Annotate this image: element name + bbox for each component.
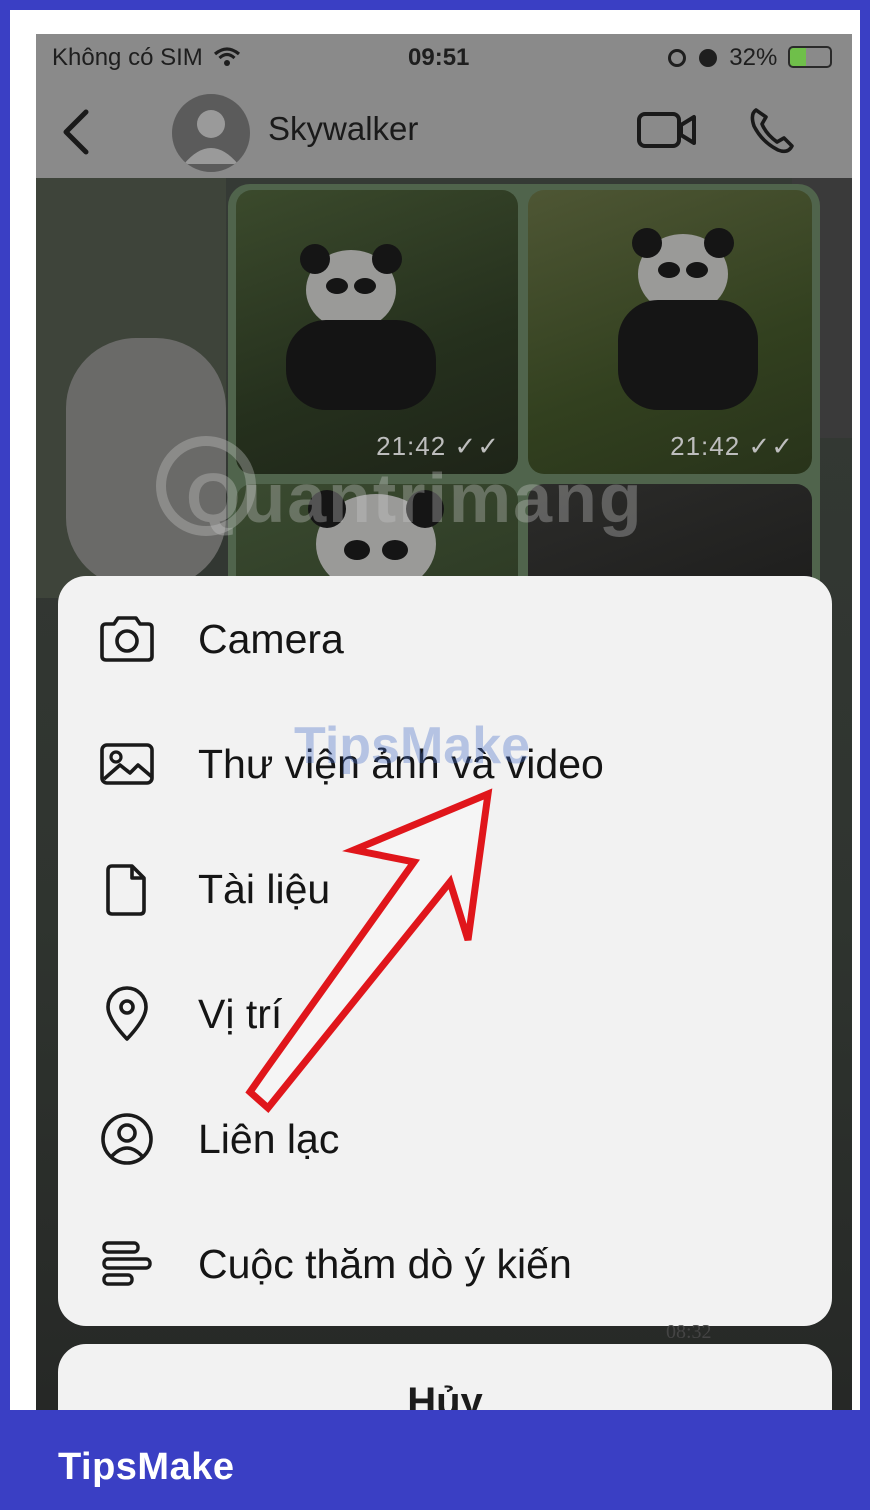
wifi-icon xyxy=(214,47,241,66)
watermark-overlay: TipsMake xyxy=(294,717,531,775)
cancel-label: Hủy xyxy=(407,1380,483,1410)
carrier-label: Không có SIM xyxy=(52,44,241,72)
contact-icon xyxy=(101,1113,153,1165)
contact-name[interactable]: Skywalker xyxy=(268,110,418,148)
menu-label: Cuộc thăm dò ý kiến xyxy=(198,1241,572,1287)
photo-timestamp: 21:42 ✓✓ xyxy=(670,431,794,461)
alarm-icon xyxy=(698,49,717,67)
status-bar: Không có SIM 09:51 32% xyxy=(36,34,852,90)
phone-screen: Không có SIM 09:51 32% Skywalker 21:42 ✓… xyxy=(36,34,852,1410)
back-chevron-icon[interactable] xyxy=(56,106,96,158)
photo-library-icon xyxy=(100,743,154,785)
panda-photo[interactable]: 21:42 ✓✓ xyxy=(528,190,812,474)
contact-avatar[interactable] xyxy=(172,94,250,172)
chat-header: Skywalker xyxy=(36,90,852,178)
orientation-lock-icon xyxy=(667,49,686,67)
location-pin-icon xyxy=(106,986,148,1041)
clock: 09:51 xyxy=(408,44,470,71)
annotation-arrow xyxy=(245,788,493,1114)
photo-message-bubble[interactable]: 21:42 ✓✓ 21:42 ✓✓ xyxy=(228,184,820,604)
peek-timestamp: 08:32 xyxy=(666,1321,712,1343)
poll-icon xyxy=(102,1241,152,1286)
video-call-icon[interactable] xyxy=(636,108,698,152)
panda-body xyxy=(618,300,758,410)
default-avatar-icon xyxy=(184,110,238,164)
battery-icon xyxy=(788,46,832,68)
brand-logo-text: TipsMake xyxy=(58,1446,235,1488)
panda-figure xyxy=(300,244,402,330)
document-icon xyxy=(106,864,146,916)
status-right-group: 32% xyxy=(667,44,832,72)
panda-body xyxy=(286,320,436,410)
camera-icon xyxy=(100,616,154,662)
cancel-button[interactable]: Hủy xyxy=(58,1344,832,1410)
phone-call-icon[interactable] xyxy=(746,104,796,156)
panda-photo[interactable]: 21:42 ✓✓ xyxy=(236,190,518,474)
menu-label: Camera xyxy=(198,616,344,662)
brand-footer: TipsMake xyxy=(0,1410,870,1510)
battery-percent: 32% xyxy=(729,44,778,71)
watermark-text: Quantrimang xyxy=(186,459,644,537)
menu-item-camera[interactable]: Camera xyxy=(58,576,832,701)
carrier-text: Không có SIM xyxy=(52,44,203,71)
menu-item-poll[interactable]: Cuộc thăm dò ý kiến xyxy=(58,1201,832,1326)
